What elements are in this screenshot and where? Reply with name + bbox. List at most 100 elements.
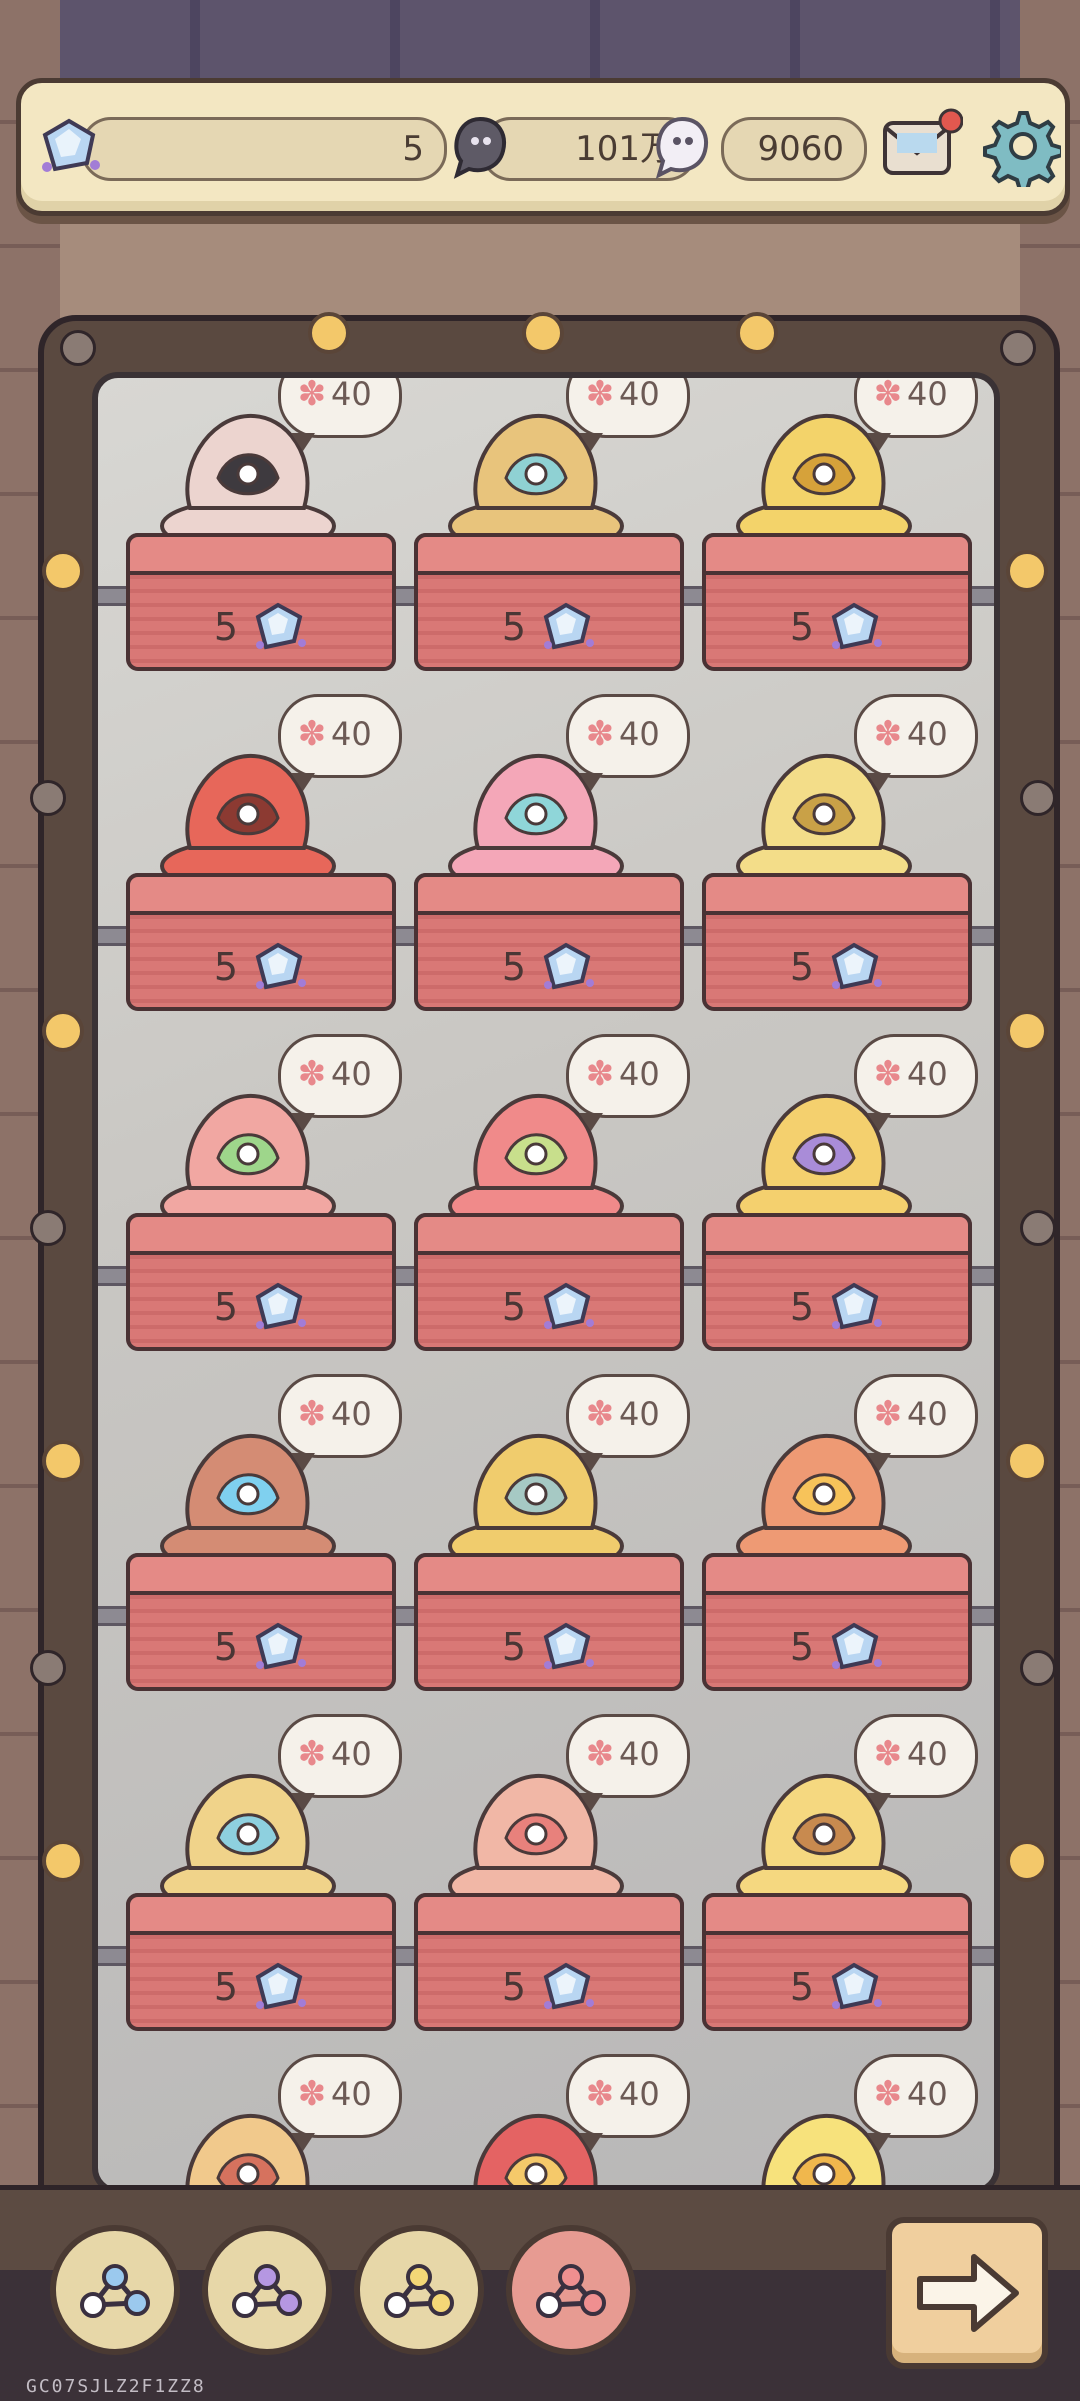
pedestal-top xyxy=(126,1893,396,1935)
shop-item-slot[interactable]: 5✽40 xyxy=(406,1034,690,1368)
price-value: 5 xyxy=(213,605,239,649)
shop-item-slot[interactable]: 5✽40 xyxy=(118,1374,402,1708)
rivet xyxy=(60,330,96,366)
purple-filter-button[interactable] xyxy=(202,2225,332,2355)
molecule-icon xyxy=(232,2264,302,2318)
light-currency-pill: 9060 xyxy=(721,117,867,181)
price-value: 5 xyxy=(213,1965,239,2009)
shop-item-slot[interactable]: 5✽40 xyxy=(694,694,978,1028)
molecule-icon xyxy=(384,2264,454,2318)
light-currency-count: 9060 xyxy=(757,129,844,169)
shop-item-slot[interactable]: 5✽40 xyxy=(694,1714,978,2048)
price-value: 5 xyxy=(501,1965,527,2009)
flower-icon: ✽ xyxy=(873,714,903,754)
light-bulb xyxy=(736,312,778,354)
light-soul-icon xyxy=(643,111,721,181)
shop-item-slot[interactable]: 5✽40 xyxy=(118,378,402,688)
pedestal-top xyxy=(126,1213,396,1255)
gem-icon xyxy=(831,942,883,990)
reward-bubble: ✽ 40 xyxy=(566,694,690,791)
flower-icon: ✽ xyxy=(873,1394,903,1434)
pedestal-top xyxy=(702,533,972,575)
pedestal-top xyxy=(414,533,684,575)
display-cabinet: 5 ✽ 40 5 ✽ 40 5 ✽ 40 5 ✽ 40 5 ✽ 40 5 ✽ 40 5 ✽ 40 5 ✽ 40 5 ✽ 40 5 ✽ 40… xyxy=(92,372,1000,2194)
yellow-filter-button[interactable] xyxy=(354,2225,484,2355)
rivet xyxy=(1000,330,1036,366)
flower-icon: ✽ xyxy=(585,374,615,414)
price-tag: 5 xyxy=(706,1277,968,1337)
shop-item-slot[interactable]: 5✽40 xyxy=(118,2054,402,2188)
flower-icon: ✽ xyxy=(873,2074,903,2114)
reward-value: 40 xyxy=(619,1735,660,1773)
shop-item-slot[interactable]: 5 ✽40 xyxy=(406,694,690,1028)
shop-item-slot[interactable]: 5✽40 xyxy=(694,375,978,688)
price-tag: 5 xyxy=(130,1277,392,1337)
price-value: 5 xyxy=(789,1625,815,1669)
mail-icon[interactable] xyxy=(879,107,964,183)
gem-icon xyxy=(29,111,107,181)
gem-pill: 5 xyxy=(81,117,447,181)
pedestal-top xyxy=(414,1893,684,1935)
reward-value: 40 xyxy=(907,375,948,413)
light-bulb xyxy=(308,312,350,354)
resource-bar: 5 101万 9060 xyxy=(16,78,1070,216)
item-grid: 5 ✽ 40 5 ✽ 40 5 ✽ 40 5 ✽ 40 5 ✽ 40 5 ✽ 40 5 ✽ 40 5 ✽ 40 5 ✽ 40 5 ✽ 40… xyxy=(98,378,994,2188)
reward-bubble: ✽ 40 xyxy=(566,374,690,451)
flower-icon: ✽ xyxy=(873,1734,903,1774)
price-tag: 5 xyxy=(130,1957,392,2017)
price-value: 5 xyxy=(501,1625,527,1669)
gem-icon xyxy=(543,942,595,990)
red-filter-button[interactable] xyxy=(506,2225,636,2355)
pedestal-top xyxy=(702,873,972,915)
gem-icon xyxy=(255,1622,307,1670)
shop-item-slot[interactable]: 5 ✽40 xyxy=(694,1374,978,1708)
shop-item-slot[interactable]: 5✽40 xyxy=(406,1714,690,2048)
gem-icon xyxy=(543,602,595,650)
gem-count: 5 xyxy=(402,129,424,169)
next-page-button[interactable] xyxy=(886,2217,1048,2369)
light-bulb xyxy=(1006,1440,1048,1482)
shop-item-slot[interactable]: 5✽40 xyxy=(118,694,402,1028)
light-bulb xyxy=(1006,1010,1048,1052)
price-tag: 5 xyxy=(130,597,392,657)
shop-item-slot[interactable]: 5✽40 xyxy=(406,2054,690,2188)
molecule-icon xyxy=(80,2264,150,2318)
reward-bubble: ✽ 40 xyxy=(566,1034,690,1131)
reward-value: 40 xyxy=(907,715,948,753)
reward-value: 40 xyxy=(907,1735,948,1773)
shop-item-slot[interactable]: 5✽40 xyxy=(118,1034,402,1368)
shop-item-slot[interactable]: 5✽40 xyxy=(118,1714,402,2048)
reward-value: 40 xyxy=(907,1395,948,1433)
rivet xyxy=(1020,780,1056,816)
blue-filter-button[interactable] xyxy=(50,2225,180,2355)
gear-icon[interactable] xyxy=(979,105,1064,192)
shop-item-slot[interactable]: 5✽40 xyxy=(694,2054,978,2188)
reward-bubble: ✽ 40 xyxy=(854,1714,978,1811)
shop-item-slot[interactable]: 5✽40 xyxy=(406,378,690,688)
price-value: 5 xyxy=(501,945,527,989)
reward-value: 40 xyxy=(907,2075,948,2113)
gem-icon xyxy=(255,602,307,650)
reward-bubble: ✽ 40 xyxy=(278,2054,402,2151)
price-value: 5 xyxy=(213,1285,239,1329)
pedestal-top xyxy=(126,873,396,915)
gem-icon xyxy=(543,1622,595,1670)
flower-icon: ✽ xyxy=(297,1734,327,1774)
device-code: GC07SJLZ2F1ZZ8 xyxy=(26,2376,206,2397)
gem-icon xyxy=(831,602,883,650)
price-value: 5 xyxy=(213,1625,239,1669)
shop-item-slot[interactable]: 5✽40 xyxy=(406,1374,690,1708)
pedestal-top xyxy=(414,1213,684,1255)
gem-icon xyxy=(255,942,307,990)
shop-item-slot[interactable]: 5✽40 xyxy=(694,1034,978,1368)
reward-value: 40 xyxy=(619,715,660,753)
flower-icon: ✽ xyxy=(297,2074,327,2114)
gem-icon xyxy=(255,1962,307,2010)
pedestal-top xyxy=(414,1553,684,1595)
flower-icon: ✽ xyxy=(585,2074,615,2114)
reward-value: 40 xyxy=(331,1055,372,1093)
rivet xyxy=(1020,1650,1056,1686)
gem-icon xyxy=(831,1282,883,1330)
reward-value: 40 xyxy=(331,1395,372,1433)
light-bulb xyxy=(42,1840,84,1882)
